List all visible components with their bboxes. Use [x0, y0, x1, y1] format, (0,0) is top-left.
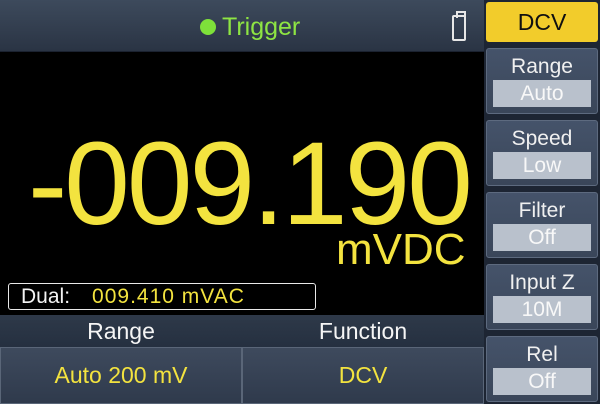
- dual-label: Dual:: [21, 284, 71, 308]
- softkey-title-range: Range: [0, 315, 242, 347]
- menu-range-label: Range: [511, 55, 573, 78]
- softkey-range-button[interactable]: Auto 200 mV: [0, 347, 242, 404]
- menu-rel-value: Off: [493, 368, 591, 395]
- softkey-values: Auto 200 mV DCV: [0, 347, 484, 404]
- menu-filter-value: Off: [493, 224, 591, 251]
- status-header: Trigger: [0, 0, 484, 52]
- menu-rel-label: Rel: [526, 343, 558, 366]
- softkey-function-button[interactable]: DCV: [242, 347, 484, 404]
- trigger-label: Trigger: [222, 12, 301, 41]
- menu-speed-button[interactable]: Speed Low: [486, 120, 598, 186]
- main-display: -009.190 mVDC: [0, 53, 484, 276]
- dual-value: 009.410 mVAC: [92, 284, 245, 308]
- softkey-titles: Range Function: [0, 315, 484, 347]
- menu-range-value: Auto: [493, 80, 591, 107]
- menu-filter-label: Filter: [518, 199, 566, 222]
- softkey-title-function: Function: [242, 315, 484, 347]
- primary-unit: mVDC: [336, 225, 466, 274]
- trigger-indicator: Trigger: [200, 12, 300, 42]
- usb-storage-icon: [452, 11, 466, 41]
- menu-filter-button[interactable]: Filter Off: [486, 192, 598, 258]
- active-function-label: DCV: [486, 2, 598, 42]
- menu-speed-label: Speed: [511, 127, 573, 150]
- menu-range-button[interactable]: Range Auto: [486, 48, 598, 114]
- dual-readout: Dual: 009.410 mVAC: [8, 283, 316, 310]
- menu-input-z-button[interactable]: Input Z 10M: [486, 264, 598, 330]
- menu-rel-button[interactable]: Rel Off: [486, 336, 598, 402]
- menu-speed-value: Low: [493, 152, 591, 179]
- menu-input-z-value: 10M: [493, 296, 591, 323]
- trigger-status-icon: [200, 19, 216, 35]
- menu-input-z-label: Input Z: [509, 271, 575, 294]
